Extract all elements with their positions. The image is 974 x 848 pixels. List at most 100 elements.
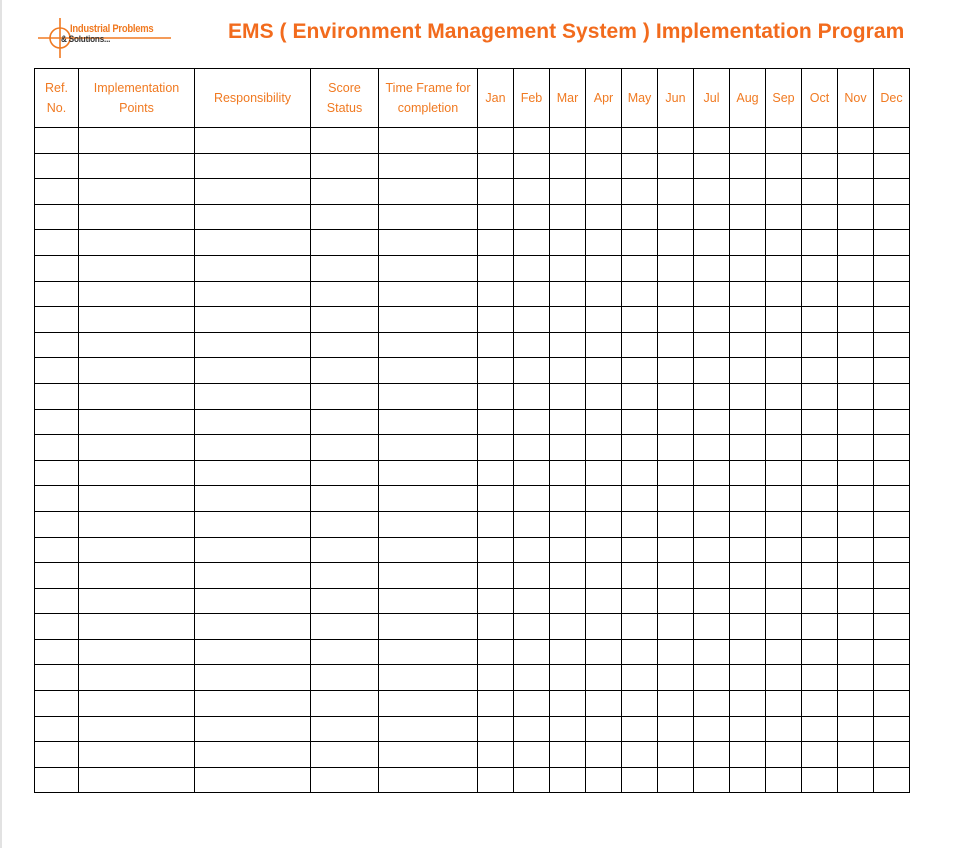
cell-timeframe[interactable] [378, 331, 478, 359]
cell-jun[interactable] [657, 510, 694, 538]
cell-points[interactable] [78, 766, 195, 794]
cell-jul[interactable] [693, 562, 730, 589]
cell-jul[interactable] [693, 510, 730, 538]
cell-timeframe[interactable] [378, 510, 478, 538]
cell-score[interactable] [310, 664, 379, 692]
cell-jul[interactable] [693, 229, 730, 256]
cell-aug[interactable] [729, 587, 766, 615]
cell-timeframe[interactable] [378, 536, 478, 564]
cell-may[interactable] [621, 280, 658, 308]
cell-jan[interactable] [477, 766, 514, 794]
cell-jan[interactable] [477, 331, 514, 359]
cell-dec[interactable] [873, 459, 910, 487]
cell-jan[interactable] [477, 536, 514, 564]
cell-jul[interactable] [693, 178, 730, 205]
cell-ref[interactable] [34, 357, 79, 384]
cell-score[interactable] [310, 127, 379, 154]
cell-timeframe[interactable] [378, 638, 478, 666]
cell-jun[interactable] [657, 434, 694, 461]
cell-oct[interactable] [801, 127, 838, 154]
cell-jul[interactable] [693, 357, 730, 384]
cell-apr[interactable] [585, 331, 622, 359]
cell-feb[interactable] [513, 331, 550, 359]
cell-score[interactable] [310, 408, 379, 436]
cell-dec[interactable] [873, 638, 910, 666]
cell-jan[interactable] [477, 715, 514, 743]
cell-mar[interactable] [549, 562, 586, 589]
cell-jul[interactable] [693, 127, 730, 154]
cell-jun[interactable] [657, 613, 694, 640]
cell-jan[interactable] [477, 510, 514, 538]
cell-may[interactable] [621, 408, 658, 436]
cell-score[interactable] [310, 178, 379, 205]
cell-timeframe[interactable] [378, 203, 478, 231]
cell-jan[interactable] [477, 280, 514, 308]
cell-oct[interactable] [801, 306, 838, 333]
cell-aug[interactable] [729, 127, 766, 154]
cell-jun[interactable] [657, 178, 694, 205]
cell-ref[interactable] [34, 229, 79, 256]
cell-nov[interactable] [837, 485, 874, 512]
cell-ref[interactable] [34, 690, 79, 717]
cell-nov[interactable] [837, 459, 874, 487]
cell-dec[interactable] [873, 485, 910, 512]
cell-score[interactable] [310, 254, 379, 282]
cell-timeframe[interactable] [378, 280, 478, 308]
cell-points[interactable] [78, 382, 195, 410]
cell-aug[interactable] [729, 766, 766, 794]
cell-points[interactable] [78, 254, 195, 282]
cell-jul[interactable] [693, 638, 730, 666]
cell-responsibility[interactable] [194, 127, 311, 154]
cell-ref[interactable] [34, 562, 79, 589]
cell-nov[interactable] [837, 613, 874, 640]
cell-feb[interactable] [513, 306, 550, 333]
cell-dec[interactable] [873, 741, 910, 768]
cell-responsibility[interactable] [194, 613, 311, 640]
cell-aug[interactable] [729, 510, 766, 538]
cell-apr[interactable] [585, 613, 622, 640]
cell-points[interactable] [78, 562, 195, 589]
cell-feb[interactable] [513, 382, 550, 410]
cell-score[interactable] [310, 562, 379, 589]
cell-nov[interactable] [837, 766, 874, 794]
cell-sep[interactable] [765, 562, 802, 589]
cell-score[interactable] [310, 766, 379, 794]
cell-mar[interactable] [549, 741, 586, 768]
cell-score[interactable] [310, 638, 379, 666]
cell-dec[interactable] [873, 587, 910, 615]
cell-sep[interactable] [765, 510, 802, 538]
cell-aug[interactable] [729, 229, 766, 256]
cell-mar[interactable] [549, 152, 586, 180]
cell-aug[interactable] [729, 562, 766, 589]
cell-points[interactable] [78, 280, 195, 308]
cell-ref[interactable] [34, 638, 79, 666]
cell-points[interactable] [78, 229, 195, 256]
cell-points[interactable] [78, 587, 195, 615]
cell-responsibility[interactable] [194, 408, 311, 436]
cell-apr[interactable] [585, 408, 622, 436]
cell-timeframe[interactable] [378, 306, 478, 333]
cell-dec[interactable] [873, 331, 910, 359]
cell-jun[interactable] [657, 229, 694, 256]
cell-score[interactable] [310, 536, 379, 564]
cell-score[interactable] [310, 510, 379, 538]
cell-nov[interactable] [837, 638, 874, 666]
cell-responsibility[interactable] [194, 536, 311, 564]
cell-score[interactable] [310, 306, 379, 333]
cell-responsibility[interactable] [194, 382, 311, 410]
cell-feb[interactable] [513, 510, 550, 538]
cell-responsibility[interactable] [194, 178, 311, 205]
cell-sep[interactable] [765, 178, 802, 205]
cell-aug[interactable] [729, 613, 766, 640]
cell-feb[interactable] [513, 536, 550, 564]
cell-ref[interactable] [34, 203, 79, 231]
cell-jun[interactable] [657, 127, 694, 154]
cell-may[interactable] [621, 178, 658, 205]
cell-nov[interactable] [837, 510, 874, 538]
cell-timeframe[interactable] [378, 485, 478, 512]
cell-points[interactable] [78, 434, 195, 461]
cell-mar[interactable] [549, 638, 586, 666]
cell-ref[interactable] [34, 382, 79, 410]
cell-aug[interactable] [729, 485, 766, 512]
cell-feb[interactable] [513, 587, 550, 615]
